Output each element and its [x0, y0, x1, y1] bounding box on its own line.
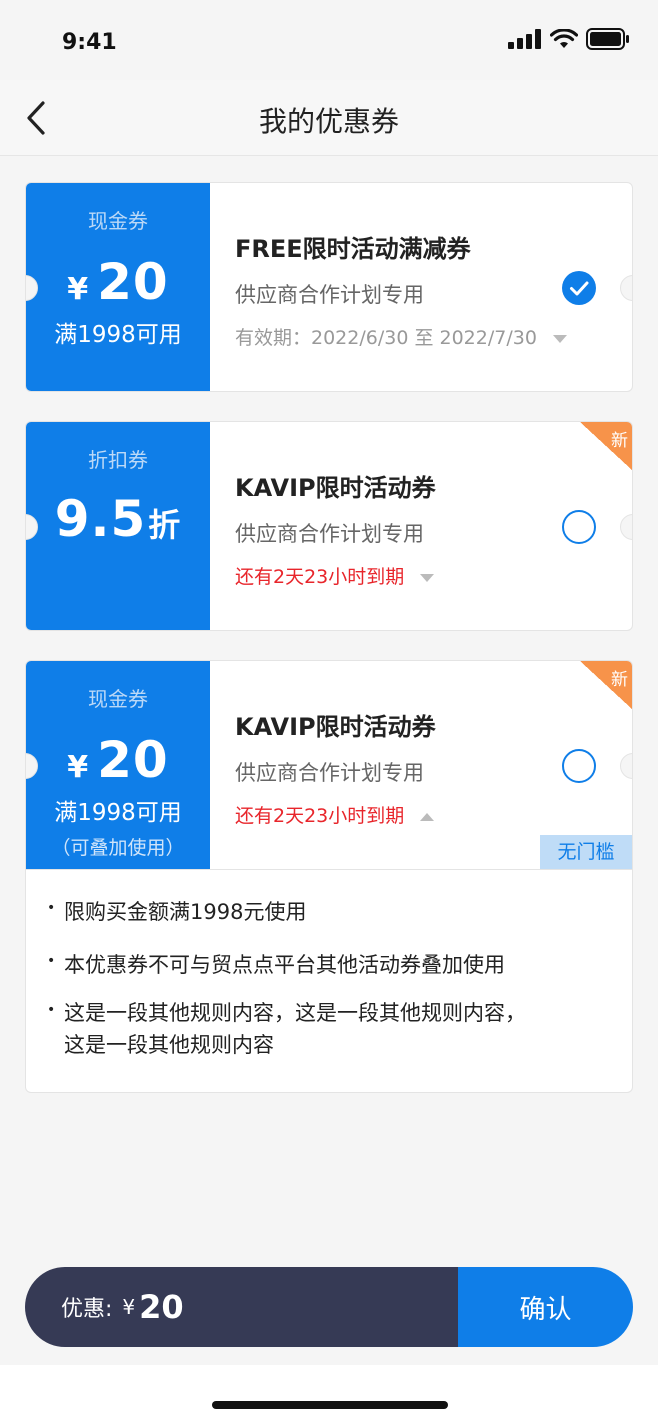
coupon-value-panel: 折扣券 9.5折	[26, 422, 210, 630]
coupon-condition: 满1998可用	[54, 800, 182, 826]
ticket-notch	[620, 514, 632, 540]
expire-text: 还有2天23小时到期	[235, 805, 405, 827]
new-badge: 新	[580, 422, 632, 470]
chevron-up-icon[interactable]	[420, 812, 435, 821]
coupon-type: 折扣券	[88, 448, 148, 472]
discount-amount: 20	[139, 1288, 184, 1326]
status-bar: 9:41	[0, 0, 658, 80]
battery-icon	[586, 28, 629, 50]
coupon-title: FREE限时活动满减券	[235, 235, 471, 263]
coupon-stackable-note: （可叠加使用）	[51, 837, 185, 859]
rule-item: 限购买金额满1998元使用	[64, 900, 307, 924]
coupon-amount-value: 20	[97, 253, 169, 311]
discount-summary: 优惠: ¥ 20	[25, 1267, 458, 1347]
coupon-expire[interactable]: 还有2天23小时到期	[235, 801, 435, 828]
rule-item: 本优惠券不可与贸点点平台其他活动券叠加使用	[64, 953, 505, 977]
coupon-select-radio[interactable]	[562, 749, 596, 783]
ticket-notch	[620, 275, 632, 301]
coupon-title: KAVIP限时活动券	[235, 713, 436, 741]
new-badge-label: 新	[611, 670, 628, 690]
status-time: 9:41	[62, 30, 117, 55]
new-badge-label: 新	[611, 431, 628, 451]
validity-text: 有效期：2022/6/30 至 2022/7/30	[235, 327, 537, 349]
chevron-down-icon[interactable]	[420, 573, 435, 582]
coupon-card[interactable]: 现金券 ¥20 满1998可用 FREE限时活动满减券 供应商合作计划专用 有效…	[25, 182, 633, 392]
checkmark-icon	[570, 281, 589, 296]
rule-item-continued: 这是一段其他规则内容	[64, 1033, 274, 1057]
coupon-rules-panel: • 限购买金额满1998元使用 • 本优惠券不可与贸点点平台其他活动券叠加使用 …	[25, 870, 633, 1093]
signal-icon	[508, 29, 541, 49]
coupon-expire[interactable]: 还有2天23小时到期	[235, 562, 435, 589]
home-indicator[interactable]	[212, 1401, 448, 1409]
coupon-condition: 满1998可用	[54, 322, 182, 348]
discount-label: 优惠:	[61, 1297, 113, 1322]
coupon-card[interactable]: 折扣券 9.5折 新 KAVIP限时活动券 供应商合作计划专用 还有2天23小时…	[25, 421, 633, 631]
coupon-subtitle: 供应商合作计划专用	[235, 283, 424, 307]
ticket-notch	[620, 753, 632, 779]
wifi-icon	[550, 29, 578, 48]
rule-item: 这是一段其他规则内容，这是一段其他规则内容，	[64, 1001, 526, 1025]
coupon-amount: ¥20	[26, 253, 210, 311]
coupon-title: KAVIP限时活动券	[235, 474, 436, 502]
status-icons	[508, 28, 630, 50]
coupon-value-panel: 现金券 ¥20 满1998可用	[26, 183, 210, 391]
new-badge: 新	[580, 661, 632, 709]
expire-text: 还有2天23小时到期	[235, 566, 405, 588]
home-indicator-area	[0, 1365, 658, 1425]
coupon-amount-value: 9.5	[54, 490, 147, 548]
coupon-amount: ¥20	[26, 731, 210, 789]
no-threshold-tag: 无门槛	[540, 835, 632, 869]
confirm-button[interactable]: 确认	[458, 1267, 633, 1347]
bullet-icon: •	[47, 900, 56, 916]
coupon-value-panel: 现金券 ¥20 满1998可用 （可叠加使用）	[26, 661, 210, 869]
currency-symbol: ¥	[67, 272, 90, 307]
page-title: 我的优惠券	[258, 105, 399, 138]
coupon-amount: 9.5折	[26, 490, 210, 548]
bullet-icon: •	[47, 1002, 56, 1018]
bullet-icon: •	[47, 953, 56, 969]
coupon-select-radio[interactable]	[562, 510, 596, 544]
nav-bar: 我的优惠券	[0, 80, 658, 156]
bottom-action-bar: 优惠: ¥ 20 确认	[25, 1267, 633, 1347]
chevron-down-icon[interactable]	[552, 334, 567, 343]
coupon-subtitle: 供应商合作计划专用	[235, 522, 424, 546]
coupon-card[interactable]: 现金券 ¥20 满1998可用 （可叠加使用） 新 KAVIP限时活动券 供应商…	[25, 660, 633, 870]
coupon-validity[interactable]: 有效期：2022/6/30 至 2022/7/30	[235, 323, 567, 350]
coupon-selected-checkbox[interactable]	[562, 271, 596, 305]
coupon-type: 现金券	[88, 687, 148, 711]
discount-unit: 折	[148, 506, 182, 544]
currency-symbol: ¥	[122, 1295, 136, 1319]
coupon-type: 现金券	[88, 209, 148, 233]
coupon-amount-value: 20	[97, 731, 169, 789]
coupon-subtitle: 供应商合作计划专用	[235, 761, 424, 785]
currency-symbol: ¥	[67, 750, 90, 785]
